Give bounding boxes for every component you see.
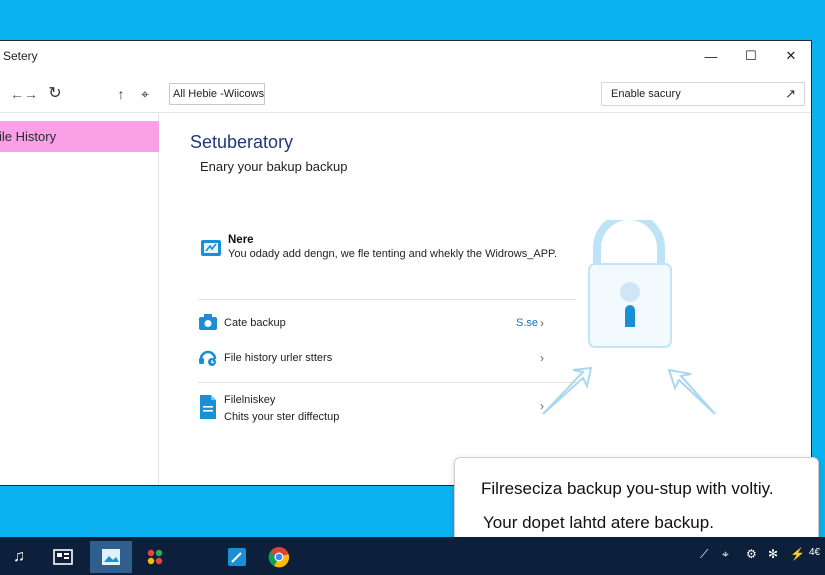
popup-line-1: Filreseciza backup you-stup with voltiy. (481, 479, 774, 498)
games-app-icon[interactable] (136, 541, 174, 573)
photos-app-icon[interactable] (90, 541, 132, 573)
row-filelniskey-label[interactable]: Filelniskey (224, 394, 275, 406)
row-cate-backup-label[interactable]: Cate backup (224, 317, 286, 329)
drive-backup-icon (201, 240, 221, 256)
section-divider (198, 299, 576, 300)
note-title: Nere (228, 234, 254, 246)
taskbar: ♫ ⟋ ⌖ ⚙ ✻ ⚡ 4€ (0, 537, 825, 575)
lock-illustration (542, 220, 716, 415)
refresh-icon[interactable]: ↻ (43, 82, 67, 104)
row-filelniskey-desc: Chits your ster diffectup (224, 411, 340, 423)
row-file-history-label[interactable]: File history urler stters (224, 352, 332, 364)
close-button[interactable]: ✕ (771, 43, 811, 69)
tray-pen-icon[interactable]: ⟋ (700, 547, 708, 562)
note-text: You odady add dengn, we fle tenting and … (228, 248, 558, 260)
title-bar: Setery — ☐ ✕ (0, 41, 811, 71)
chrome-app-icon[interactable] (260, 541, 298, 573)
forward-icon[interactable]: → (19, 83, 43, 105)
calendar-app-icon[interactable] (44, 541, 82, 573)
sidebar-item-file-history[interactable]: ile History (0, 121, 159, 152)
tray-settings-icon[interactable]: ✻ (768, 547, 778, 561)
document-icon (200, 395, 216, 419)
sidebar: ile History (0, 113, 159, 485)
music-app-icon[interactable]: ♫ (0, 541, 38, 573)
pen-app-icon[interactable] (218, 541, 256, 573)
section-divider (198, 382, 576, 383)
open-external-icon[interactable]: ↗ (785, 86, 796, 102)
up-icon[interactable]: ↑ (109, 83, 133, 105)
window-title: Setery (3, 49, 38, 63)
page-subtitle: Enary your bakup backup (200, 159, 348, 174)
page-title: Setuberatory (190, 132, 294, 152)
tray-network-icon[interactable]: ⚙ (746, 547, 757, 561)
address-bar[interactable]: All Hebie -Wiicows (169, 83, 265, 105)
minimize-button[interactable]: — (691, 43, 731, 69)
maximize-button[interactable]: ☐ (731, 43, 771, 69)
popup-line-2: Your dopet lahtd atere backup. (483, 513, 714, 532)
camera-icon (199, 314, 217, 330)
search-input-text: Enable sacury (611, 88, 681, 100)
tray-location-icon[interactable]: ⌖ (722, 547, 729, 562)
tray-battery-icon[interactable]: ⚡ (790, 547, 805, 561)
search-input[interactable]: Enable sacury ↗ (601, 82, 805, 106)
tray-clock[interactable]: 4€ (809, 547, 820, 558)
pin-icon[interactable]: ⌖ (133, 83, 157, 105)
history-sync-icon (199, 350, 217, 366)
